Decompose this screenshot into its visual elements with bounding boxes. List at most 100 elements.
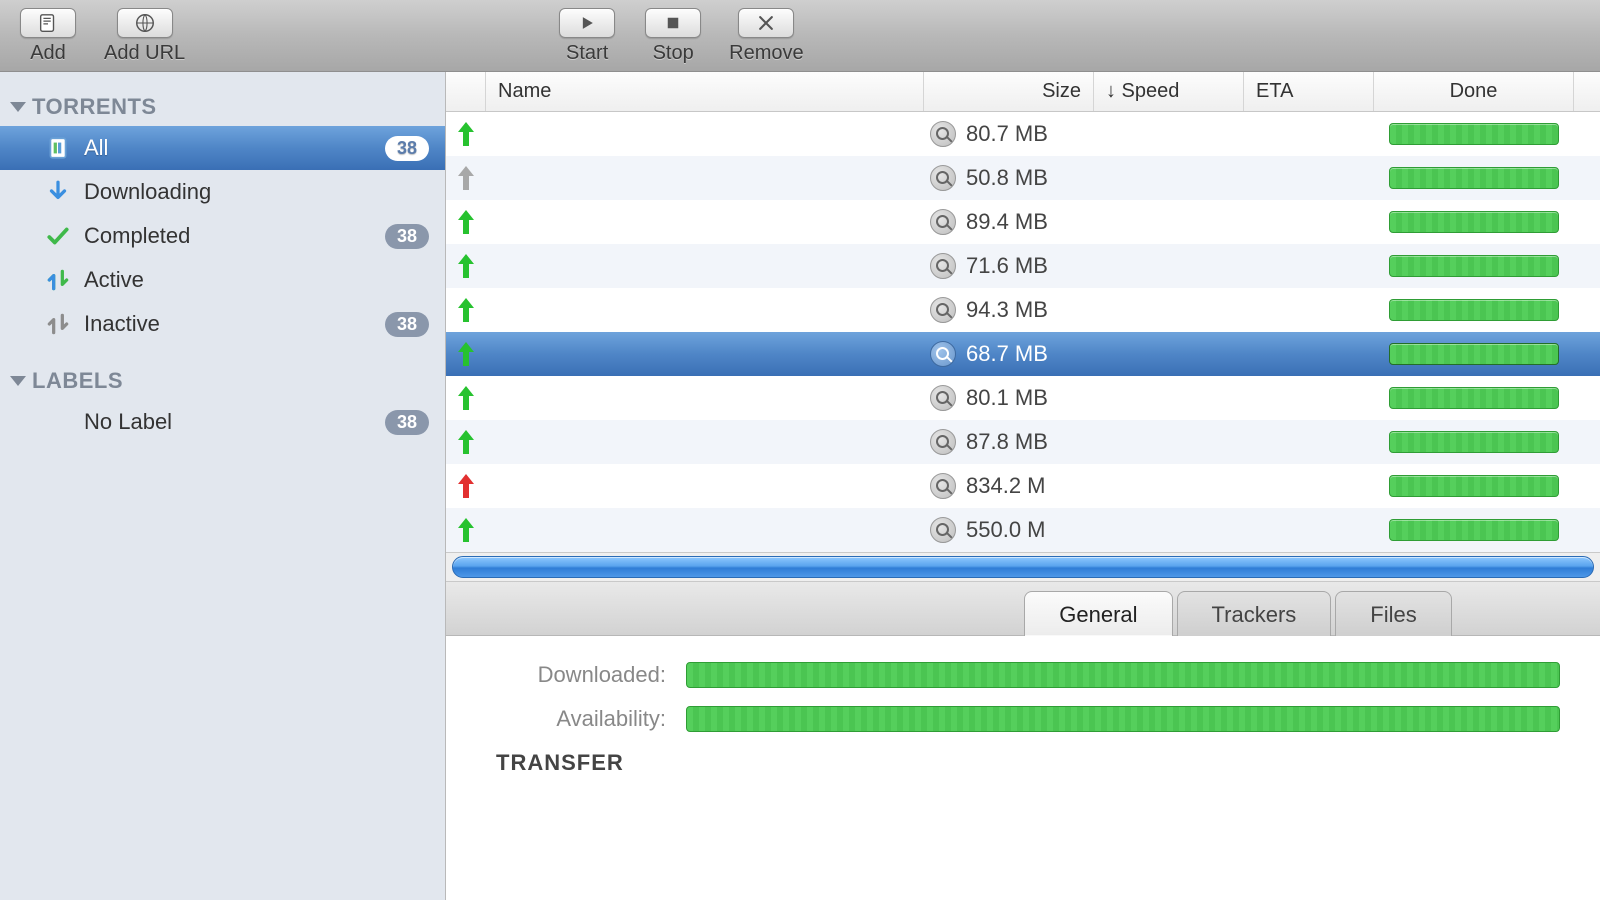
table-body: 80.7 MB 50.8 MB 89.4 MB 71.6 MB 94.3 MB 68.7 … <box>446 112 1600 552</box>
table-row[interactable]: 94.3 MB <box>446 288 1600 332</box>
size-cell: 87.8 MB <box>924 429 1094 455</box>
magnify-icon[interactable] <box>930 517 956 543</box>
start-button[interactable]: Start <box>557 8 617 65</box>
table-row[interactable]: 80.7 MB <box>446 112 1600 156</box>
status-arrow-cell <box>446 340 486 368</box>
done-cell <box>1374 255 1574 277</box>
column-done[interactable]: Done <box>1374 72 1574 111</box>
progress-bar <box>1389 167 1559 189</box>
status-arrow-cell <box>446 384 486 412</box>
tab-trackers[interactable]: Trackers <box>1177 591 1332 636</box>
done-cell <box>1374 343 1574 365</box>
sidebar-item-label: Completed <box>84 223 190 249</box>
status-arrow-cell <box>446 120 486 148</box>
column-speed[interactable]: ↓ Speed <box>1094 72 1244 111</box>
sidebar-section-torrents-header[interactable]: TORRENTS <box>0 86 445 126</box>
done-cell <box>1374 387 1574 409</box>
sidebar-item-completed[interactable]: Completed38 <box>0 214 445 258</box>
progress-bar <box>1389 431 1559 453</box>
size-value: 80.1 MB <box>966 385 1048 411</box>
done-cell <box>1374 431 1574 453</box>
section-title: TORRENTS <box>32 94 157 120</box>
up-arrow-icon <box>456 472 476 500</box>
globe-icon <box>117 8 173 38</box>
progress-bar <box>1389 211 1559 233</box>
up-arrow-icon <box>456 516 476 544</box>
add-url-label: Add URL <box>104 42 185 65</box>
column-status[interactable] <box>446 72 486 111</box>
sidebar-item-label: Active <box>84 267 144 293</box>
detail-downloaded-row: Downloaded: <box>486 662 1560 688</box>
magnify-icon[interactable] <box>930 253 956 279</box>
tab-general[interactable]: General <box>1024 591 1172 636</box>
sidebar-item-inactive[interactable]: Inactive38 <box>0 302 445 346</box>
done-cell <box>1374 299 1574 321</box>
table-row[interactable]: 68.7 MB <box>446 332 1600 376</box>
magnify-icon[interactable] <box>930 121 956 147</box>
play-icon <box>559 8 615 38</box>
stop-label: Stop <box>653 42 694 65</box>
column-name[interactable]: Name <box>486 72 924 111</box>
toolbar: Add Add URL Start Stop Remove <box>0 0 1600 72</box>
magnify-icon[interactable] <box>930 209 956 235</box>
all-icon <box>44 134 72 162</box>
table-row[interactable]: 87.8 MB <box>446 420 1600 464</box>
sidebar-section-labels-header[interactable]: LABELS <box>0 360 445 400</box>
detail-panel: Downloaded: Availability: TRANSFER <box>446 636 1600 900</box>
up-arrow-icon <box>456 340 476 368</box>
sidebar-item-no-label[interactable]: No Label38 <box>0 400 445 444</box>
size-value: 68.7 MB <box>966 341 1048 367</box>
size-cell: 834.2 M <box>924 473 1094 499</box>
progress-bar <box>1389 387 1559 409</box>
done-cell <box>1374 211 1574 233</box>
size-cell: 550.0 M <box>924 517 1094 543</box>
detail-availability-row: Availability: <box>486 706 1560 732</box>
column-size[interactable]: Size <box>924 72 1094 111</box>
section-title: LABELS <box>32 368 123 394</box>
sidebar-item-downloading[interactable]: Downloading <box>0 170 445 214</box>
stop-icon <box>645 8 701 38</box>
size-cell: 80.7 MB <box>924 121 1094 147</box>
column-eta[interactable]: ETA <box>1244 72 1374 111</box>
magnify-icon[interactable] <box>930 473 956 499</box>
up-arrow-icon <box>456 296 476 324</box>
size-cell: 89.4 MB <box>924 209 1094 235</box>
size-value: 87.8 MB <box>966 429 1048 455</box>
disclosure-triangle-icon <box>10 376 26 386</box>
table-row[interactable]: 89.4 MB <box>446 200 1600 244</box>
downloaded-label: Downloaded: <box>486 662 666 688</box>
progress-bar <box>1389 519 1559 541</box>
table-row[interactable]: 80.1 MB <box>446 376 1600 420</box>
add-button[interactable]: Add <box>18 8 78 65</box>
completed-icon <box>44 222 72 250</box>
remove-button[interactable]: Remove <box>729 8 803 65</box>
remove-label: Remove <box>729 42 803 65</box>
done-cell <box>1374 167 1574 189</box>
magnify-icon[interactable] <box>930 385 956 411</box>
magnify-icon[interactable] <box>930 341 956 367</box>
magnify-icon[interactable] <box>930 429 956 455</box>
horizontal-scrollbar[interactable] <box>446 552 1600 582</box>
remove-icon <box>738 8 794 38</box>
add-icon <box>20 8 76 38</box>
table-row[interactable]: 71.6 MB <box>446 244 1600 288</box>
table-row[interactable]: 834.2 M <box>446 464 1600 508</box>
up-arrow-icon <box>456 164 476 192</box>
scrollbar-thumb[interactable] <box>452 556 1594 578</box>
tab-files[interactable]: Files <box>1335 591 1451 636</box>
sidebar-item-all[interactable]: All38 <box>0 126 445 170</box>
size-value: 71.6 MB <box>966 253 1048 279</box>
table-row[interactable]: 550.0 M <box>446 508 1600 552</box>
table-row[interactable]: 50.8 MB <box>446 156 1600 200</box>
done-cell <box>1374 519 1574 541</box>
column-extra[interactable] <box>1574 72 1600 111</box>
stop-button[interactable]: Stop <box>643 8 703 65</box>
magnify-icon[interactable] <box>930 165 956 191</box>
sidebar-item-active[interactable]: Active <box>0 258 445 302</box>
size-value: 80.7 MB <box>966 121 1048 147</box>
sidebar-item-badge: 38 <box>385 312 429 337</box>
magnify-icon[interactable] <box>930 297 956 323</box>
add-url-button[interactable]: Add URL <box>104 8 185 65</box>
disclosure-triangle-icon <box>10 102 26 112</box>
status-arrow-cell <box>446 428 486 456</box>
